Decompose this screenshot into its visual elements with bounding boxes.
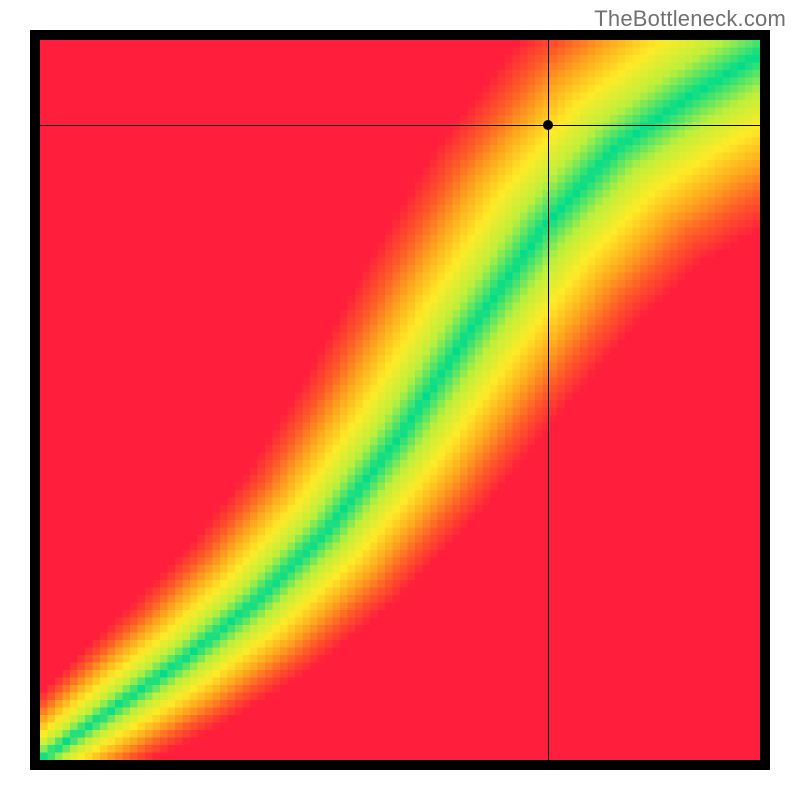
watermark-text: TheBottleneck.com [594, 6, 786, 32]
page-root: TheBottleneck.com [0, 0, 800, 800]
crosshair-horizontal [40, 125, 760, 127]
crosshair-vertical [548, 40, 550, 760]
heatmap-canvas [40, 40, 760, 760]
plot-area [40, 40, 760, 760]
marker-dot [543, 120, 553, 130]
plot-frame [30, 30, 770, 770]
